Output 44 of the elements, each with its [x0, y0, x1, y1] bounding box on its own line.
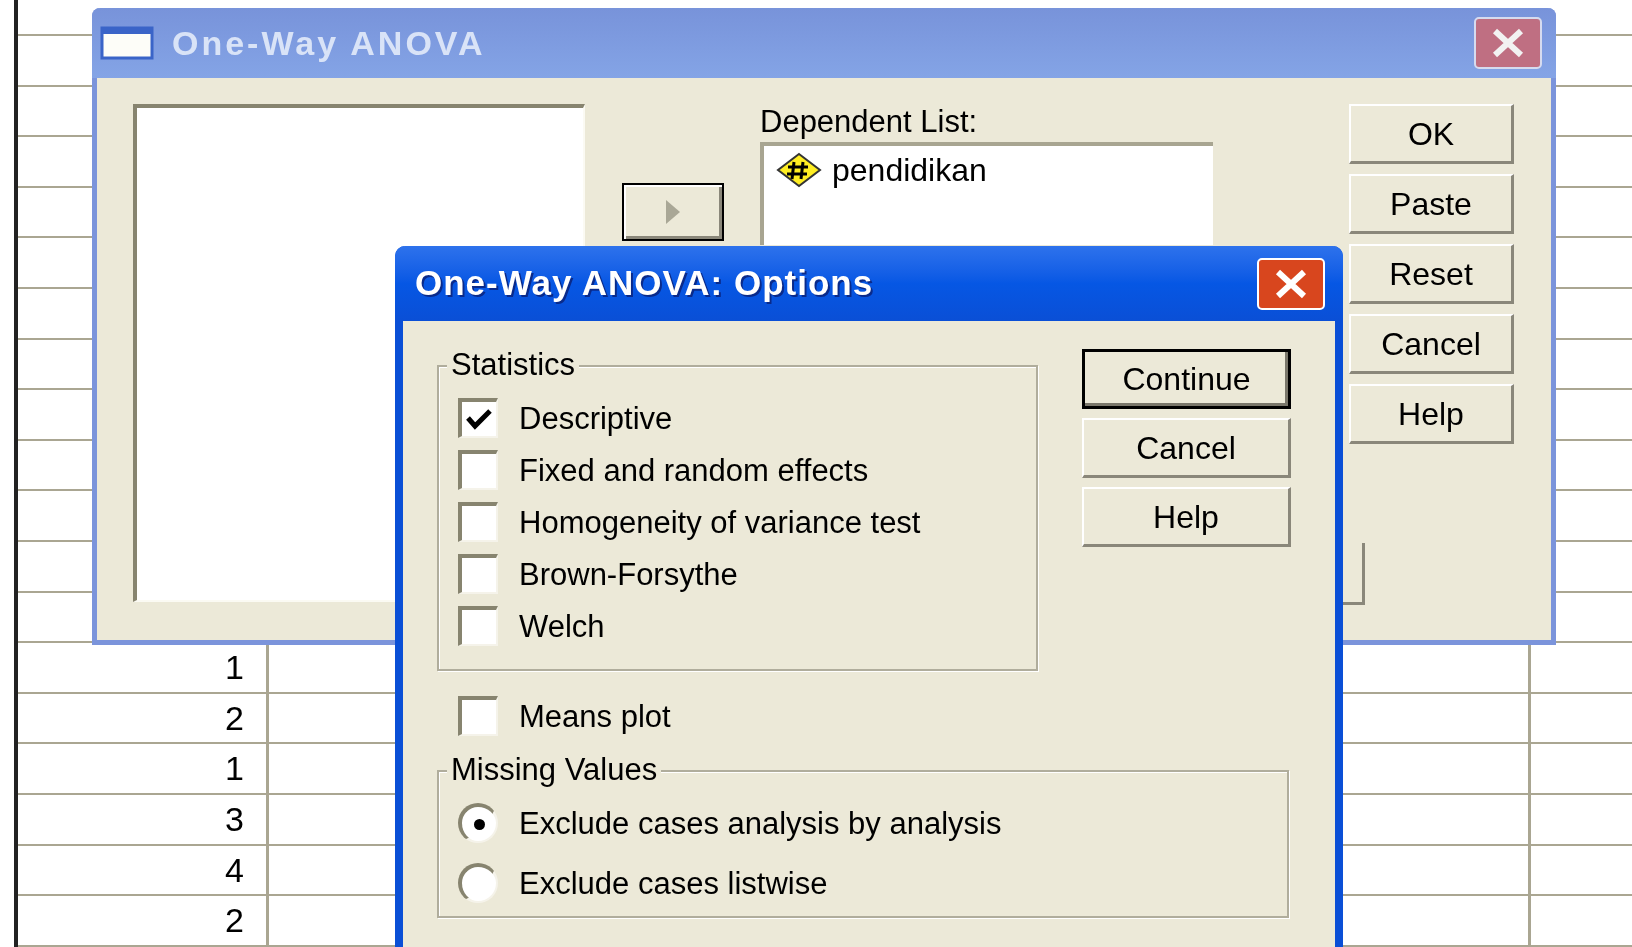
window-title: One-Way ANOVA	[172, 22, 486, 64]
dialog-button[interactable]: Help	[1349, 384, 1514, 444]
close-icon	[1491, 28, 1525, 58]
checkbox-label: Fixed and random effects	[519, 454, 869, 486]
arrow-right-icon	[665, 199, 681, 225]
move-button[interactable]	[622, 183, 724, 241]
radio-label: Exclude cases listwise	[519, 867, 828, 899]
dialog-button[interactable]: Help	[1082, 487, 1291, 547]
checkbox-label: Descriptive	[519, 402, 673, 434]
radio-button[interactable]	[458, 803, 498, 843]
button[interactable]	[1343, 543, 1365, 605]
window-title: One-Way ANOVA: Options	[415, 262, 874, 305]
checkbox-label: Homogeneity of variance test	[519, 506, 921, 538]
table-cell: 1	[225, 650, 244, 685]
field-label: Dependent List:	[760, 104, 979, 141]
checkbox[interactable]	[458, 450, 498, 490]
radio-button[interactable]	[458, 863, 498, 903]
table-cell: 3	[225, 802, 244, 837]
dependent-list[interactable]: pendidikan	[760, 142, 1213, 245]
close-icon	[1274, 268, 1308, 299]
list-item[interactable]: pendidikan	[832, 154, 987, 186]
dialog-button[interactable]: Reset	[1349, 244, 1514, 304]
table-cell: 2	[225, 903, 244, 938]
checkbox[interactable]	[458, 502, 498, 542]
dialog-button[interactable]: Paste	[1349, 174, 1514, 234]
dialog-button[interactable]: OK	[1349, 104, 1514, 164]
checkbox[interactable]	[458, 606, 498, 646]
dialog-button[interactable]: Continue	[1082, 349, 1291, 409]
close-button[interactable]	[1474, 17, 1542, 69]
check-icon	[466, 408, 492, 430]
checkbox[interactable]	[458, 554, 498, 594]
table-cell: 2	[225, 700, 244, 735]
dialog-button[interactable]: Cancel	[1082, 418, 1291, 478]
variable-icon	[776, 152, 822, 188]
checkbox[interactable]	[458, 398, 498, 438]
dialog-button[interactable]: Cancel	[1349, 314, 1514, 374]
table-cell: 1	[225, 751, 244, 786]
checkbox-label: Means plot	[519, 700, 671, 732]
checkbox-label: Brown-Forsythe	[519, 558, 738, 590]
table-cell: 4	[225, 852, 244, 887]
checkbox[interactable]	[458, 696, 498, 736]
window-icon	[100, 26, 154, 60]
checkbox-label: Welch	[519, 610, 605, 642]
radio-label: Exclude cases analysis by analysis	[519, 807, 1002, 839]
